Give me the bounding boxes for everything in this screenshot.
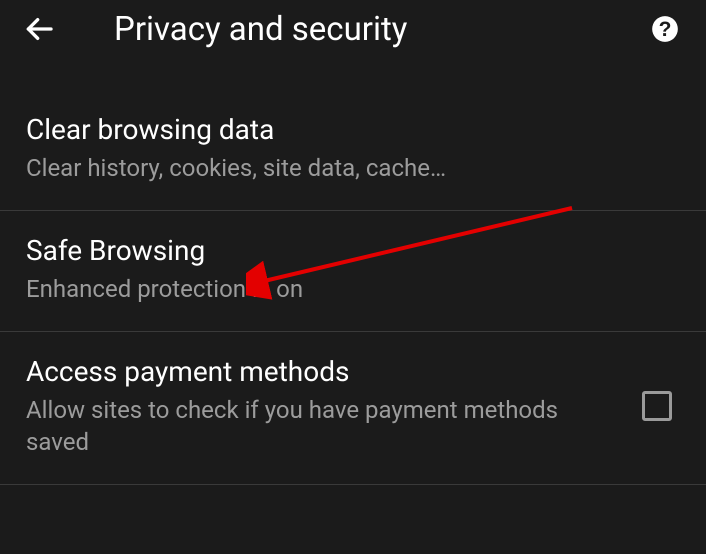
- item-title: Access payment methods: [26, 354, 626, 389]
- header: Privacy and security ?: [0, 0, 706, 62]
- item-title: Clear browsing data: [26, 112, 680, 147]
- svg-text:?: ?: [659, 18, 672, 41]
- back-button[interactable]: [18, 8, 60, 50]
- payment-methods-checkbox[interactable]: [642, 391, 672, 421]
- help-button[interactable]: ?: [650, 14, 680, 44]
- access-payment-methods-item[interactable]: Access payment methods Allow sites to ch…: [0, 332, 706, 484]
- item-text: Clear browsing data Clear history, cooki…: [26, 112, 680, 184]
- item-subtitle: Enhanced protection is on: [26, 274, 680, 305]
- clear-browsing-data-item[interactable]: Clear browsing data Clear history, cooki…: [0, 90, 706, 211]
- help-icon: ?: [651, 15, 679, 43]
- page-title: Privacy and security: [60, 10, 650, 49]
- item-subtitle: Allow sites to check if you have payment…: [26, 395, 626, 457]
- item-text: Safe Browsing Enhanced protection is on: [26, 233, 680, 305]
- item-subtitle: Clear history, cookies, site data, cache…: [26, 153, 680, 184]
- safe-browsing-item[interactable]: Safe Browsing Enhanced protection is on: [0, 211, 706, 332]
- back-arrow-icon: [23, 13, 55, 45]
- item-title: Safe Browsing: [26, 233, 680, 268]
- item-text: Access payment methods Allow sites to ch…: [26, 354, 626, 457]
- settings-list: Clear browsing data Clear history, cooki…: [0, 62, 706, 485]
